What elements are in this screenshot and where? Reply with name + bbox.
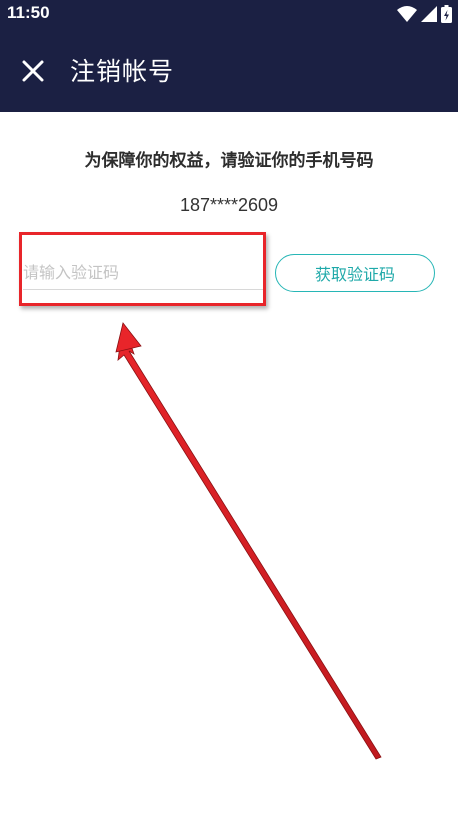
close-icon (22, 60, 44, 82)
pointer-arrow (115, 322, 382, 760)
battery-icon (441, 5, 452, 23)
page-title: 注销帐号 (70, 57, 175, 86)
wifi-icon (397, 6, 417, 22)
get-verification-code-button[interactable]: 获取验证码 (275, 254, 435, 292)
masked-phone-number: 187****2609 (179, 195, 279, 215)
verification-notice: 为保障你的权益，请验证你的手机号码 (84, 151, 374, 171)
signal-icon (421, 6, 437, 22)
status-bar: 11:50 (0, 0, 458, 28)
app-header: 注销帐号 (0, 28, 458, 112)
status-icons (393, 5, 452, 23)
close-button[interactable] (16, 54, 50, 88)
verification-code-input[interactable] (23, 255, 263, 290)
status-time: 11:50 (7, 3, 50, 22)
